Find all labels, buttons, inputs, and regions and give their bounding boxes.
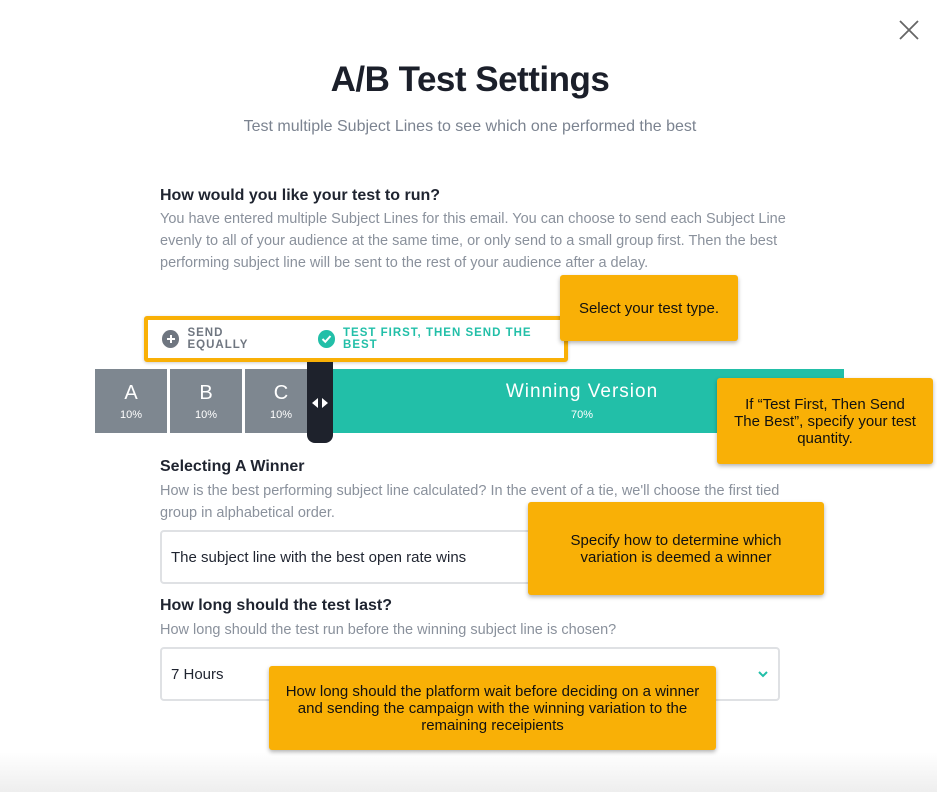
modal-title: A/B Test Settings [330,60,610,99]
plus-circle-icon [162,330,180,348]
chevron-down-icon [758,671,768,678]
split-group-a: A 10% [95,369,167,433]
group-percent: 10% [269,409,293,421]
resize-handle-icon [312,397,328,408]
duration-description: How long should the test run before the … [160,622,617,638]
test-type-selector: SEND EQUALLY TEST FIRST, THEN SEND THE B… [144,316,568,362]
test-first-option[interactable]: TEST FIRST, THEN SEND THE BEST [317,327,564,351]
callout-test-type: Select your test type. [560,275,738,341]
send-equally-option[interactable]: SEND EQUALLY [162,327,286,351]
bottom-fade [0,752,937,792]
split-group-b: B 10% [170,369,242,433]
split-resize-handle[interactable] [307,362,333,443]
callout-duration: How long should the platform wait before… [269,666,716,750]
callout-quantity: If “Test First, Then Send The Best”, spe… [717,378,933,464]
test-first-label: TEST FIRST, THEN SEND THE BEST [343,327,532,351]
test-run-heading: How would you like your test to run? [160,187,441,204]
duration-heading: How long should the test last? [160,597,392,614]
close-button[interactable] [897,18,921,42]
callout-winner: Specify how to determine which variation… [528,502,824,595]
send-equally-label: SEND EQUALLY [187,327,249,351]
close-icon [899,20,919,40]
group-label: C [273,382,289,404]
winner-heading: Selecting A Winner [160,458,305,475]
modal-subtitle: Test multiple Subject Lines to see which… [243,118,697,135]
winner-criteria-value: The subject line with the best open rate… [171,548,467,566]
group-percent: 10% [194,409,218,421]
group-label: A [124,382,138,404]
group-percent: 10% [119,409,143,421]
group-label: B [199,382,213,404]
check-circle-icon [317,330,336,348]
test-run-description: You have entered multiple Subject Lines … [160,211,786,271]
duration-value: 7 Hours [171,665,224,683]
